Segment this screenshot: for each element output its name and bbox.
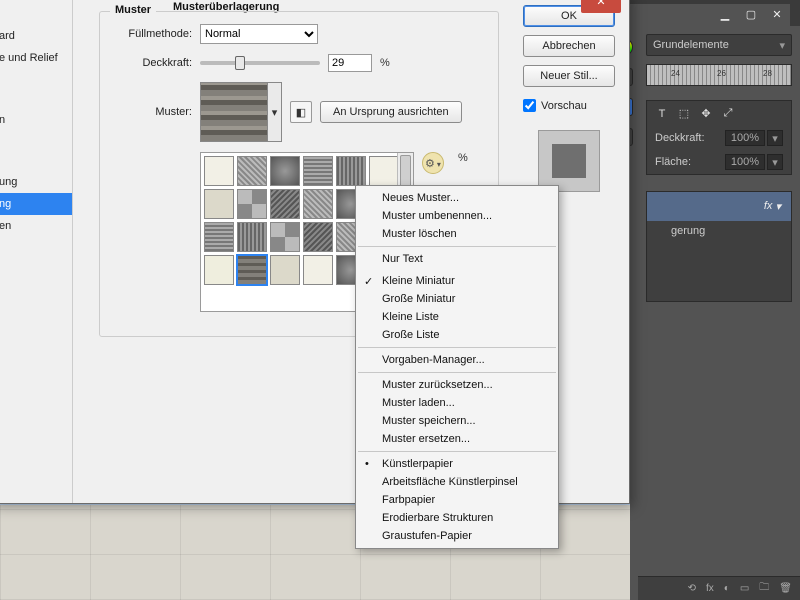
workspace-preset-label: Grundelemente: [653, 39, 729, 51]
cancel-button[interactable]: Abbrechen: [523, 35, 615, 57]
menu-item[interactable]: Nur Text: [356, 250, 558, 268]
scale-unit: %: [458, 152, 468, 164]
status-bar: ⟲ fx ◐ ▭ 🗀 🗑: [638, 576, 800, 600]
effect-item[interactable]: en: [0, 215, 72, 237]
new-style-button[interactable]: Neuer Stil...: [523, 65, 615, 87]
layer-opacity-dropdown[interactable]: ▾: [767, 130, 783, 146]
layer-effect-row[interactable]: gerung: [647, 221, 791, 241]
menu-item[interactable]: Neues Muster...: [356, 189, 558, 207]
menu-item[interactable]: Vorgaben-Manager...: [356, 351, 558, 369]
fill-mode-label: Füllmethode:: [114, 28, 192, 40]
pattern-cell[interactable]: [270, 222, 300, 252]
pattern-cell[interactable]: [303, 156, 333, 186]
fieldset-legend: Muster: [110, 4, 156, 16]
pattern-cell[interactable]: [270, 255, 300, 285]
pattern-cell[interactable]: [303, 189, 333, 219]
pattern-flyout-menu: Neues Muster...Muster umbenennen...Muste…: [355, 185, 559, 549]
pattern-cell[interactable]: [303, 255, 333, 285]
minimize-button[interactable]: ▁: [712, 4, 738, 24]
fill-mode-select[interactable]: Normal: [200, 24, 318, 44]
pattern-cell[interactable]: [204, 222, 234, 252]
menu-separator: [358, 451, 556, 452]
status-link-icon[interactable]: ⟲: [688, 583, 696, 594]
new-preset-icon[interactable]: ◧: [290, 101, 312, 123]
menu-item[interactable]: Graustufen-Papier: [356, 527, 558, 545]
pattern-cell[interactable]: [237, 255, 267, 285]
status-adjust-icon[interactable]: ▭: [740, 583, 749, 594]
pattern-dropdown-arrow[interactable]: ▾: [268, 82, 282, 142]
tool-options-palette: T ⬚ ✥ ⤢ Deckkraft: 100% ▾ Fläche: 100% ▾: [646, 100, 792, 175]
pattern-cell[interactable]: [204, 189, 234, 219]
menu-item[interactable]: Arbeitsfläche Künstlerpinsel: [356, 473, 558, 491]
menu-item[interactable]: Große Liste: [356, 326, 558, 344]
pattern-cell[interactable]: [270, 189, 300, 219]
percent-unit: %: [380, 57, 390, 69]
menu-separator: [358, 347, 556, 348]
pattern-cell[interactable]: [336, 156, 366, 186]
effect-item[interactable]: n: [0, 109, 72, 131]
menu-separator: [358, 246, 556, 247]
status-folder-icon[interactable]: 🗀: [759, 580, 769, 597]
preview-checkbox[interactable]: Vorschau: [523, 99, 615, 112]
layers-palette: fx ▾ gerung: [646, 191, 792, 302]
opacity-label: Deckkraft:: [655, 132, 705, 144]
effect-item[interactable]: e und Relief: [0, 47, 72, 69]
pattern-cell[interactable]: [237, 222, 267, 252]
pattern-thumbnail[interactable]: [200, 82, 268, 142]
menu-item[interactable]: Erodierbare Strukturen: [356, 509, 558, 527]
pattern-opacity-slider[interactable]: [200, 61, 320, 65]
menu-item[interactable]: Muster zurücksetzen...: [356, 376, 558, 394]
menu-item[interactable]: Kleine Miniatur: [356, 272, 558, 290]
preview-swatch: [538, 130, 600, 192]
effect-item-selected[interactable]: ng: [0, 193, 72, 215]
menu-item[interactable]: Muster löschen: [356, 225, 558, 243]
dialog-close-button[interactable]: ✕: [581, 0, 621, 13]
pattern-opacity-label: Deckkraft:: [114, 57, 192, 69]
pattern-cell[interactable]: [369, 156, 397, 186]
status-mask-icon[interactable]: ◐: [724, 583, 730, 594]
layer-fill-value[interactable]: 100%: [725, 154, 765, 170]
menu-item[interactable]: Farbpapier: [356, 491, 558, 509]
menu-item[interactable]: Muster laden...: [356, 394, 558, 412]
menu-item[interactable]: Muster ersetzen...: [356, 430, 558, 448]
workspace-preset-dropdown[interactable]: Grundelemente: [646, 34, 792, 56]
effect-item[interactable]: ard: [0, 25, 72, 47]
pattern-cell[interactable]: [237, 156, 267, 186]
pattern-cell[interactable]: [270, 156, 300, 186]
menu-item[interactable]: Muster speichern...: [356, 412, 558, 430]
maximize-button[interactable]: ▢: [738, 4, 764, 24]
right-panel: Grundelemente 24 26 28 T ⬚ ✥ ⤢ Deckkraft…: [638, 26, 800, 600]
transform-tool-icon[interactable]: ⤢: [721, 107, 735, 120]
pattern-cell[interactable]: [204, 255, 234, 285]
fill-label: Fläche:: [655, 156, 691, 168]
menu-item[interactable]: Kleine Liste: [356, 308, 558, 326]
move-tool-icon[interactable]: ✥: [699, 107, 713, 120]
layer-fx-badge: fx: [764, 200, 773, 213]
menu-item[interactable]: Muster umbenennen...: [356, 207, 558, 225]
pattern-opacity-input[interactable]: [328, 54, 372, 72]
layer-opacity-value[interactable]: 100%: [725, 130, 765, 146]
type-tool-icon[interactable]: T: [655, 108, 669, 120]
effect-list: ard e und Relief n ung ng en: [0, 0, 73, 503]
pattern-cell[interactable]: [237, 189, 267, 219]
pattern-cell[interactable]: [303, 222, 333, 252]
menu-item[interactable]: Künstlerpapier: [356, 455, 558, 473]
status-fx-icon[interactable]: fx: [706, 583, 714, 594]
snap-origin-button[interactable]: An Ursprung ausrichten: [320, 101, 462, 123]
picker-flyout-button[interactable]: ⚙: [422, 152, 444, 174]
pattern-label: Muster:: [114, 106, 192, 118]
effect-item[interactable]: ung: [0, 171, 72, 193]
menu-item[interactable]: Große Miniatur: [356, 290, 558, 308]
layer-fill-dropdown[interactable]: ▾: [767, 154, 783, 170]
pattern-cell[interactable]: [204, 156, 234, 186]
close-button[interactable]: ✕: [764, 4, 790, 24]
menu-separator: [358, 372, 556, 373]
status-trash-icon[interactable]: 🗑: [779, 583, 792, 594]
ruler: 24 26 28: [646, 64, 792, 86]
crop-tool-icon[interactable]: ⬚: [677, 107, 691, 120]
layer-row-active[interactable]: fx ▾: [647, 192, 791, 221]
